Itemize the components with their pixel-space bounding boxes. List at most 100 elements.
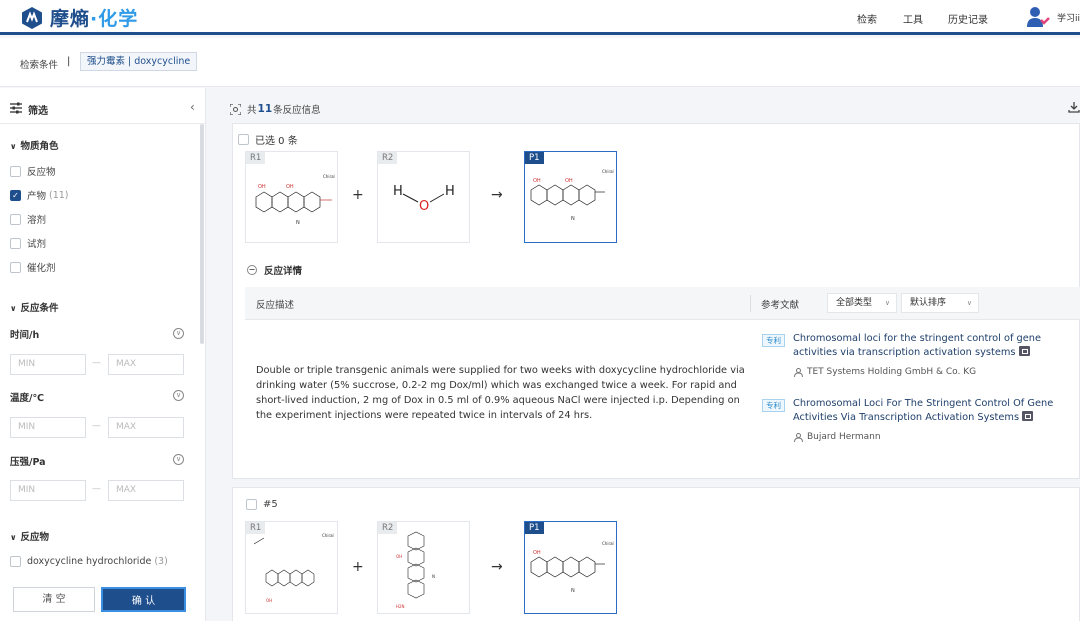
checkbox[interactable] (10, 165, 21, 177)
option-product[interactable]: ✓ 产物 (11) (10, 188, 69, 202)
expand-temperature-icon[interactable]: ∨ (173, 390, 184, 401)
reaction-select-checkbox[interactable] (246, 499, 257, 510)
checkbox[interactable] (10, 213, 21, 225)
clear-button[interactable]: 清 空 (13, 587, 95, 612)
chevron-down-icon: ∨ (966, 299, 972, 307)
svg-text:OH: OH (286, 184, 294, 190)
checkbox[interactable] (10, 261, 21, 273)
molecule-diagram-icon: Chiral OH N (530, 541, 614, 594)
option-solvent[interactable]: 溶剂 (10, 212, 46, 226)
product-p1-structure[interactable]: P1 Chiral OH OH N (524, 151, 617, 243)
time-max-input[interactable]: MAX (108, 354, 184, 375)
svg-text:Chiral: Chiral (602, 169, 614, 174)
option-doxycycline-hydrochloride[interactable]: doxycycline hydrochloride (3) (10, 556, 168, 567)
reaction-arrow: → (491, 559, 503, 575)
product-p1-structure[interactable]: P1 Chiral OH N (524, 521, 617, 614)
search-criteria-bar: 检索条件 | 强力霉素 | doxycycline (0, 38, 1080, 87)
svg-text:H: H (393, 184, 403, 199)
more-options-icon[interactable]: ⋮ (1076, 498, 1080, 509)
molecule-diagram-icon: Chiral OH OH N (530, 169, 614, 222)
reference-title-link[interactable]: Chromosomal loci for the stringent contr… (793, 332, 1078, 360)
reaction-description: Double or triple transgenic animals were… (256, 365, 745, 421)
section-reactants[interactable]: ∨ 反应物 (10, 529, 49, 543)
reference-author: TET Systems Holding GmbH & Co. KG (794, 367, 976, 377)
col-reaction-description: 反应描述 (256, 300, 295, 311)
svg-text:OH: OH (266, 598, 272, 603)
criteria-tag[interactable]: 强力霉素 | doxycycline (80, 52, 198, 71)
logo-mark-icon (22, 6, 42, 29)
reaction-arrow: → (491, 187, 503, 203)
reactant-r1-structure[interactable]: R1 Chiral OH OH N (245, 151, 338, 243)
reaction-card (232, 487, 1080, 621)
expand-time-icon[interactable]: ∨ (173, 328, 184, 339)
time-min-input[interactable]: MIN (10, 354, 86, 375)
results-count: 共 11 条反应信息 (230, 102, 321, 116)
pressure-label: 压强/Pa (10, 457, 46, 468)
section-reaction-conditions[interactable]: ∨ 反应条件 (10, 300, 59, 314)
download-icon[interactable] (1068, 101, 1080, 113)
reference-item: 专利 Chromosomal loci for the stringent co… (762, 332, 1080, 384)
user-name[interactable]: 学习ii (1057, 11, 1080, 24)
filter-sliders-icon (10, 102, 22, 114)
sidebar-scrollbar[interactable] (200, 124, 204, 344)
user-avatar-icon[interactable] (1026, 6, 1050, 28)
brand-logo[interactable]: 摩熵·化学 (20, 4, 138, 31)
criteria-separator: | (67, 56, 71, 67)
selected-count[interactable]: 已选 0 条 (238, 132, 298, 147)
checkbox[interactable] (10, 237, 21, 249)
pressure-min-input[interactable]: MIN (10, 480, 86, 501)
patent-badge: 专利 (762, 399, 785, 412)
plus-sign: + (352, 187, 364, 203)
option-reagent[interactable]: 试剂 (10, 236, 46, 250)
nav-search[interactable]: 检索 (857, 11, 877, 26)
reaction-detail-toggle[interactable]: − 反应详情 (247, 263, 302, 277)
svg-text:OH: OH (565, 178, 573, 184)
checkbox-checked[interactable]: ✓ (10, 189, 21, 201)
type-filter-select[interactable]: 全部类型 ∨ (827, 293, 897, 313)
mol-tag-r1: R1 (246, 152, 266, 164)
select-all-checkbox[interactable] (238, 134, 249, 145)
filter-title: 筛选 (28, 106, 48, 117)
option-catalyst[interactable]: 催化剂 (10, 260, 56, 274)
svg-text:O: O (419, 199, 429, 214)
collapse-minus-icon: − (247, 265, 257, 275)
nav-tools[interactable]: 工具 (903, 11, 923, 26)
external-link-icon[interactable] (1018, 346, 1030, 356)
col-references: 参考文献 (761, 300, 800, 311)
divider (0, 123, 206, 124)
mol-tag-p1: P1 (525, 522, 544, 534)
brand-name: 摩熵·化学 (50, 8, 139, 30)
time-label: 时间/h (10, 330, 40, 341)
reactant-r2-structure[interactable]: R2 OH N H2N (377, 521, 470, 614)
scan-icon (230, 103, 241, 115)
chevron-down-icon: ∨ (884, 299, 890, 307)
collapse-sidebar-icon[interactable]: ‹ (190, 100, 195, 114)
svg-text:N: N (432, 574, 435, 579)
reactant-r2-water[interactable]: R2 H O H (377, 151, 470, 243)
pressure-max-input[interactable]: MAX (108, 480, 184, 501)
patent-badge: 专利 (762, 334, 785, 347)
svg-text:N: N (296, 220, 300, 226)
person-icon (794, 432, 803, 442)
external-link-icon[interactable] (1022, 411, 1034, 421)
section-material-role[interactable]: ∨ 物质角色 (10, 138, 59, 152)
sort-select[interactable]: 默认排序 ∨ (901, 293, 979, 313)
svg-text:N: N (571, 588, 575, 594)
molecule-diagram-icon: Chiral OH (253, 533, 334, 603)
reaction-number[interactable]: #5 (246, 499, 278, 510)
mol-tag-r1: R1 (246, 522, 266, 534)
reference-title-link[interactable]: Chromosomal Loci For The Stringent Contr… (793, 397, 1078, 425)
expand-pressure-icon[interactable]: ∨ (173, 454, 184, 465)
top-header: 摩熵·化学 检索 工具 历史记录 学习ii (0, 0, 1080, 35)
option-reactant[interactable]: 反应物 (10, 164, 56, 178)
temperature-label: 温度/℃ (10, 393, 44, 404)
chevron-down-icon: ∨ (10, 304, 17, 313)
temperature-min-input[interactable]: MIN (10, 417, 86, 438)
confirm-button[interactable]: 确 认 (101, 587, 186, 612)
reactant-r1-structure[interactable]: R1 Chiral OH (245, 521, 338, 614)
detail-table-header: 反应描述 参考文献 全部类型 ∨ 默认排序 ∨ (245, 287, 1080, 320)
temperature-max-input[interactable]: MAX (108, 417, 184, 438)
checkbox[interactable] (10, 556, 21, 567)
mol-tag-r2: R2 (378, 152, 398, 164)
nav-history[interactable]: 历史记录 (948, 11, 988, 26)
